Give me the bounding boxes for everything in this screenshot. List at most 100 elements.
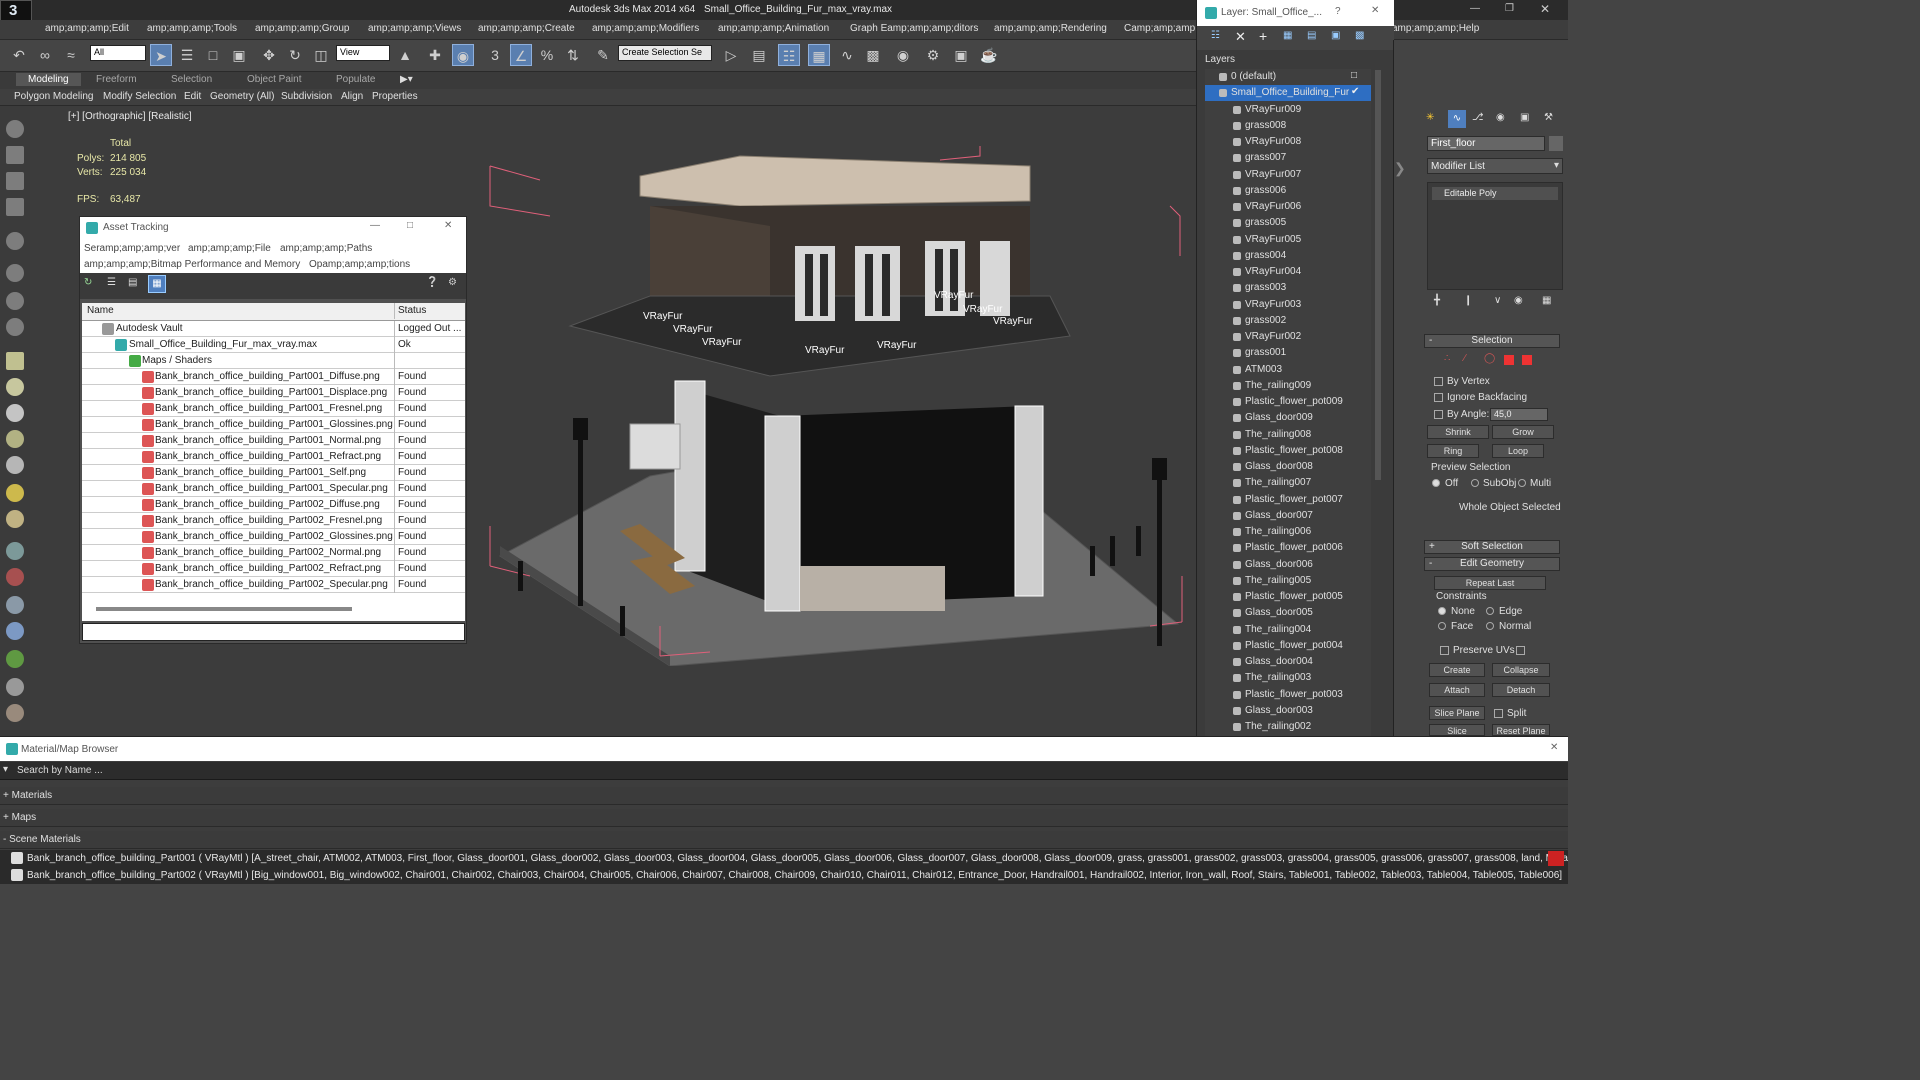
layer-item[interactable]: grass007 [1205, 150, 1371, 166]
tree-view-icon[interactable]: ▤ [128, 277, 137, 288]
grow-button[interactable]: Grow [1492, 425, 1554, 439]
hair-fur-icon[interactable] [6, 678, 24, 696]
preview-subobj-radio[interactable] [1471, 479, 1479, 487]
asset-minimize-icon[interactable]: — [370, 220, 380, 231]
snaps-toggle-icon[interactable]: 3 [484, 44, 506, 66]
configure-sets-icon[interactable]: ▦ [1542, 295, 1551, 306]
layer-item[interactable]: Glass_door005 [1205, 605, 1371, 621]
sun-icon[interactable] [6, 484, 24, 502]
building-model[interactable] [470, 146, 1190, 666]
menu-views[interactable]: amp;amp;amp;Views [368, 23, 461, 34]
table-row[interactable]: Bank_branch_office_building_Part001_Norm… [82, 433, 465, 449]
layer-item[interactable]: ATM003 [1205, 362, 1371, 378]
remove-modifier-icon[interactable]: ◉ [1514, 295, 1523, 306]
preview-off-radio[interactable] [1432, 479, 1440, 487]
asset-maximize-icon[interactable]: □ [407, 220, 413, 231]
layer-item[interactable]: VRayFur005 [1205, 232, 1371, 248]
preview-multi-radio[interactable] [1518, 479, 1526, 487]
object-color-swatch[interactable] [1549, 136, 1563, 151]
table-row[interactable]: Bank_branch_office_building_Part002_Diff… [82, 497, 465, 513]
edit-geometry-rollout[interactable]: Edit Geometry - [1424, 557, 1560, 571]
ignore-backfacing-checkbox[interactable] [1434, 393, 1443, 402]
display-tab-icon[interactable]: ▣ [1520, 112, 1529, 123]
pin-stack-icon[interactable]: ╋ [1434, 295, 1440, 306]
close-icon[interactable]: ✕ [1540, 2, 1550, 16]
asset-menu-bitmap[interactable]: amp;amp;amp;Bitmap Performance and Memor… [84, 259, 300, 270]
layer-visibility-icon[interactable]: □ [1351, 70, 1357, 81]
select-layer-icon[interactable]: ▤ [1307, 30, 1316, 41]
restore-icon[interactable]: ❐ [1505, 3, 1514, 14]
select-object-icon[interactable]: ➤ [150, 44, 172, 66]
layer-item[interactable]: VRayFur007 [1205, 167, 1371, 183]
layer-item[interactable]: The_railing004 [1205, 622, 1371, 638]
table-row[interactable]: Bank_branch_office_building_Part001_Refr… [82, 449, 465, 465]
layer-item[interactable]: Plastic_flower_pot005 [1205, 589, 1371, 605]
panel-properties[interactable]: Properties [372, 91, 418, 102]
script-icon[interactable] [6, 704, 24, 722]
percent-snap-icon[interactable]: % [536, 44, 558, 66]
layer-item[interactable]: VRayFur006 [1205, 199, 1371, 215]
delete-layer-icon[interactable]: ✕ [1235, 29, 1246, 45]
layer-item[interactable]: VRayFur009 [1205, 102, 1371, 118]
shrink-button[interactable]: Shrink [1427, 425, 1489, 439]
teapot-primitive-icon[interactable] [6, 430, 24, 448]
layer-close-icon[interactable]: ✕ [1371, 5, 1379, 16]
box-icon[interactable] [6, 352, 24, 370]
group-scene-materials[interactable]: - Scene Materials [0, 831, 1568, 849]
layer-item[interactable]: The_railing003 [1205, 670, 1371, 686]
menu-modifiers[interactable]: amp;amp;amp;Modifiers [592, 23, 699, 34]
tab-object-paint[interactable]: Object Paint [247, 74, 301, 85]
globe-icon[interactable] [6, 622, 24, 640]
material-row[interactable]: Bank_branch_office_building_Part002 ( VR… [0, 867, 1568, 884]
layer-item[interactable]: VRayFur004 [1205, 264, 1371, 280]
ribbon-toggle-icon[interactable]: ▦ [808, 44, 830, 66]
new-layer-icon[interactable]: + [1259, 28, 1267, 44]
add-to-layer-icon[interactable]: ▦ [1283, 30, 1292, 41]
panel-polygon-modeling[interactable]: Polygon Modeling [14, 91, 94, 102]
mirror-icon[interactable]: ▷ [720, 44, 742, 66]
panel-modify-selection[interactable]: Modify Selection [103, 91, 176, 102]
cone-icon[interactable] [6, 456, 24, 474]
repeat-last-button[interactable]: Repeat Last [1434, 576, 1546, 590]
rendered-frame-icon[interactable]: ▣ [950, 44, 972, 66]
layer-item[interactable]: grass008 [1205, 118, 1371, 134]
menu-rendering[interactable]: amp;amp;amp;Rendering [994, 23, 1107, 34]
preserve-uvs-checkbox[interactable] [1440, 646, 1449, 655]
layer-item[interactable]: grass001 [1205, 345, 1371, 361]
move-icon[interactable]: ✥ [258, 44, 280, 66]
asset-menu-options[interactable]: Opamp;amp;amp;tions [309, 259, 410, 270]
table-row[interactable]: Bank_branch_office_building_Part002_Fres… [82, 513, 465, 529]
layer-item[interactable]: VRayFur008 [1205, 134, 1371, 150]
torus-icon[interactable] [6, 510, 24, 528]
asset-close-icon[interactable]: ✕ [444, 220, 452, 231]
table-row[interactable]: Bank_branch_office_building_Part001_Spec… [82, 481, 465, 497]
layer-small-office-building[interactable]: Small_Office_Building_Fur ✔ [1205, 85, 1371, 102]
particle-icon[interactable] [6, 318, 24, 336]
asset-tracking-titlebar[interactable]: Asset Tracking — □ ✕ [80, 217, 466, 239]
material-browser-close-icon[interactable]: ✕ [1550, 742, 1558, 753]
panel-edit[interactable]: Edit [184, 91, 201, 102]
align-icon[interactable]: ▤ [748, 44, 770, 66]
table-row[interactable]: Autodesk Vault Logged Out ... [82, 321, 465, 337]
collapse-arrow-icon[interactable]: ❯ [1394, 160, 1406, 177]
col-status-header[interactable]: Status [398, 305, 426, 316]
panel-align[interactable]: Align [341, 91, 363, 102]
molecule-icon[interactable] [6, 568, 24, 586]
menu-animation[interactable]: amp;amp;amp;Animation [718, 23, 829, 34]
pivot-center-icon[interactable]: ▲ [394, 44, 416, 66]
curve-editor-icon[interactable]: ∿ [836, 44, 858, 66]
element-mode-icon[interactable] [1522, 355, 1532, 365]
menu-customize[interactable]: Camp;amp;amp; [1124, 23, 1198, 34]
camera-icon[interactable] [6, 264, 24, 282]
table-row[interactable]: Small_Office_Building_Fur_max_vray.max Ok [82, 337, 465, 353]
render-icon[interactable]: ☕ [978, 44, 1000, 66]
layer-scrollbar[interactable] [1375, 70, 1381, 480]
rect-selection-icon[interactable]: □ [202, 44, 224, 66]
layer-item[interactable]: The_railing008 [1205, 427, 1371, 443]
make-unique-icon[interactable]: ∨ [1494, 295, 1501, 306]
vertex-mode-icon[interactable]: ∴ [1444, 353, 1450, 364]
show-end-result-icon[interactable]: ❙ [1464, 295, 1472, 306]
by-vertex-checkbox[interactable] [1434, 377, 1443, 386]
edit-named-selection-icon[interactable]: ✎ [592, 44, 614, 66]
active-layer-check-icon[interactable]: ✔ [1351, 86, 1359, 97]
